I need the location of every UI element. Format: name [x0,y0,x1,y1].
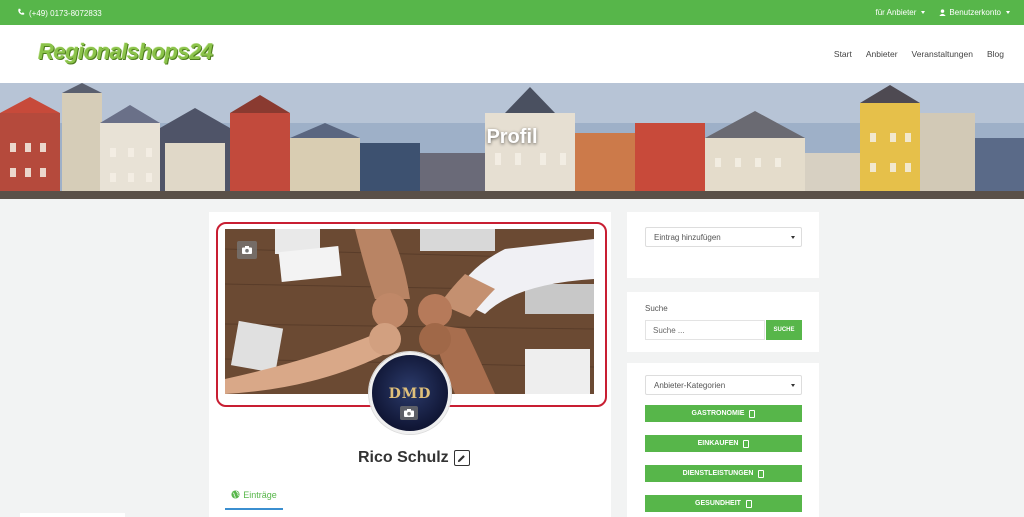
count-badge-icon [743,439,750,448]
profile-name-row: Rico Schulz [358,449,470,467]
for-vendors-label: für Anbieter [875,8,917,17]
category-label: EINKAUFEN [697,440,739,447]
profile-name: Rico Schulz [358,449,449,466]
nav-item-veranstaltungen[interactable]: Veranstaltungen [912,49,973,59]
category-button-dienstleistungen[interactable]: DIENSTLEISTUNGEN [645,465,802,482]
phone-icon [17,8,25,18]
search-button[interactable]: SUCHE [766,320,802,340]
avatar[interactable]: DMD [369,352,451,434]
site-logo[interactable]: Regionalshops24 [38,39,213,65]
site-header: Regionalshops24 Start Anbieter Veranstal… [0,25,1024,83]
add-entry-widget: Eintrag hinzufügen [627,212,819,278]
search-widget: Suche Suche ... SUCHE [627,292,819,352]
search-input[interactable]: Suche ... [645,320,765,340]
main-nav: Start Anbieter Veranstaltungen Blog [834,49,1004,59]
categories-widget: Anbieter-Kategorien GASTRONOMIE EINKAUFE… [627,363,819,517]
vendor-categories-select-label: Anbieter-Kategorien [654,381,726,390]
count-badge-icon [758,469,765,478]
category-button-einkaufen[interactable]: EINKAUFEN [645,435,802,452]
avatar-text: DMD [388,386,432,402]
category-label: DIENSTLEISTUNGEN [682,470,754,477]
top-bar: (+49) 0173-8072833 für Anbieter Benutzer… [0,0,1024,25]
change-avatar-camera-icon[interactable] [400,406,418,420]
category-label: GASTRONOMIE [691,410,745,417]
phone-number: (+49) 0173-8072833 [29,8,102,18]
footer-widget-stub [20,513,125,517]
tab-entries[interactable]: Einträge [225,487,283,510]
nav-item-start[interactable]: Start [834,49,852,59]
tab-entries-label: Einträge [243,490,277,500]
vendor-categories-select[interactable]: Anbieter-Kategorien [645,375,802,395]
edit-icon[interactable] [453,450,470,466]
category-label: GESUNDHEIT [695,500,741,507]
chevron-down-icon [791,384,795,387]
page-title: Profil [486,126,538,148]
user-icon [939,9,947,16]
category-button-gesundheit[interactable]: GESUNDHEIT [645,495,802,512]
hero-banner: Profil [0,83,1024,199]
category-button-gastronomie[interactable]: GASTRONOMIE [645,405,802,422]
nav-item-blog[interactable]: Blog [987,49,1004,59]
for-vendors-menu[interactable]: für Anbieter [875,8,926,17]
phone-contact[interactable]: (+49) 0173-8072833 [17,8,102,18]
chevron-down-icon [921,11,926,14]
globe-icon [231,490,240,501]
account-label: Benutzerkonto [949,8,1001,17]
add-entry-select[interactable]: Eintrag hinzufügen [645,227,802,247]
chevron-down-icon [791,236,795,239]
search-widget-title: Suche [645,304,668,313]
add-entry-select-label: Eintrag hinzufügen [654,233,721,242]
chevron-down-icon [1006,11,1010,14]
count-badge-icon [745,499,752,508]
nav-item-anbieter[interactable]: Anbieter [866,49,898,59]
account-menu[interactable]: Benutzerkonto [939,8,1010,17]
count-badge-icon [749,409,756,418]
